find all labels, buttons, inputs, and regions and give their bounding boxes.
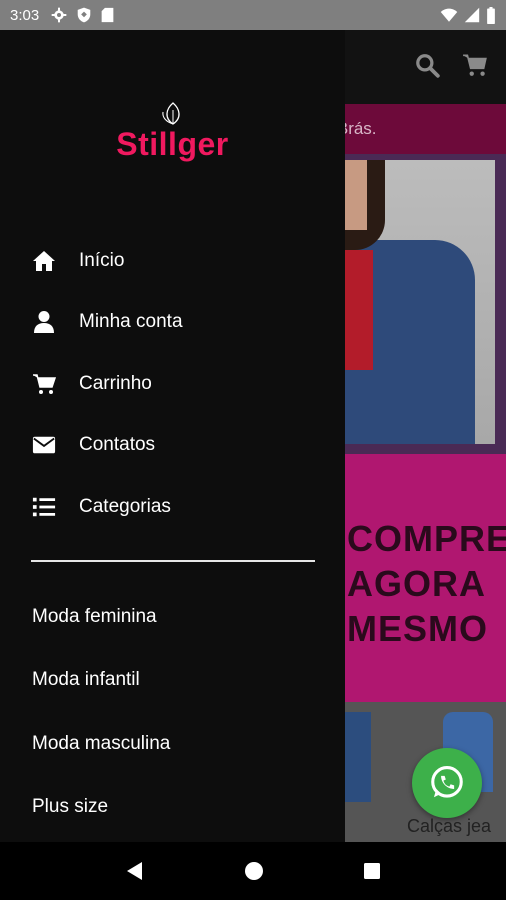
brand-name: Stillger xyxy=(116,126,229,162)
menu-item-categorias[interactable]: Categorias xyxy=(0,476,345,538)
system-nav-bar xyxy=(0,842,506,900)
signal-icon xyxy=(464,7,480,23)
cart-icon[interactable] xyxy=(462,52,488,78)
user-icon xyxy=(32,310,56,334)
envelope-icon xyxy=(32,433,56,457)
promo-line-1: COMPRE xyxy=(347,518,506,559)
category-item-moda-infantil[interactable]: Moda infantil xyxy=(0,649,345,713)
menu-item-contatos[interactable]: Contatos xyxy=(0,415,345,477)
menu-item-minha-conta[interactable]: Minha conta xyxy=(0,292,345,354)
sd-card-icon xyxy=(101,7,114,23)
model-photo xyxy=(345,160,495,444)
menu-item-label: Início xyxy=(79,249,125,271)
recents-icon[interactable] xyxy=(363,862,381,880)
category-list: Moda feminina Moda infantil Moda masculi… xyxy=(0,585,345,839)
home-icon xyxy=(32,249,56,273)
status-icons-left xyxy=(51,7,114,23)
back-icon[interactable] xyxy=(125,861,145,881)
battery-icon xyxy=(487,6,495,24)
settings-icon xyxy=(51,7,67,23)
whatsapp-icon xyxy=(431,766,463,798)
whatsapp-button[interactable] xyxy=(412,748,482,818)
list-icon xyxy=(32,495,56,519)
drawer-divider xyxy=(31,560,315,562)
shirt-shape xyxy=(345,250,373,370)
navigation-drawer: Stillger Início Minha conta Carrinho Con… xyxy=(0,30,345,842)
hero-image[interactable] xyxy=(345,154,506,454)
status-icons-right xyxy=(440,6,496,24)
menu-item-label: Carrinho xyxy=(79,372,152,394)
promo-line-2: AGORA xyxy=(347,563,486,604)
menu-item-label: Minha conta xyxy=(79,311,183,333)
drawer-menu: Início Minha conta Carrinho Contatos Cat… xyxy=(0,230,345,538)
promo-line-3: MESMO xyxy=(347,608,489,649)
menu-item-carrinho[interactable]: Carrinho xyxy=(0,353,345,415)
menu-item-inicio[interactable]: Início xyxy=(0,230,345,292)
wifi-icon xyxy=(440,8,458,22)
promo-banner[interactable]: COMPRE AGORA MESMO xyxy=(345,454,506,702)
category-item-moda-feminina[interactable]: Moda feminina xyxy=(0,585,345,649)
app-bar-actions xyxy=(414,52,488,78)
menu-item-label: Contatos xyxy=(79,434,156,456)
shield-icon xyxy=(77,7,91,23)
menu-item-label: Categorias xyxy=(79,495,171,517)
status-bar: 3:03 xyxy=(0,0,506,30)
face-shape xyxy=(345,160,367,230)
screen: 3:03 s do Brás. xyxy=(0,0,506,900)
home-button-icon[interactable] xyxy=(244,861,264,881)
category-item-moda-masculina[interactable]: Moda masculina xyxy=(0,712,345,776)
product-image-left xyxy=(345,712,371,802)
leaf-icon xyxy=(161,102,180,125)
promo-text: COMPRE AGORA MESMO xyxy=(347,516,506,651)
brand-logo: Stillger xyxy=(0,100,345,163)
product-caption: Calças jea xyxy=(407,816,492,836)
category-item-plus-size[interactable]: Plus size xyxy=(0,776,345,840)
cart-icon xyxy=(32,372,56,396)
status-time: 3:03 xyxy=(10,6,40,24)
search-icon[interactable] xyxy=(414,52,440,78)
